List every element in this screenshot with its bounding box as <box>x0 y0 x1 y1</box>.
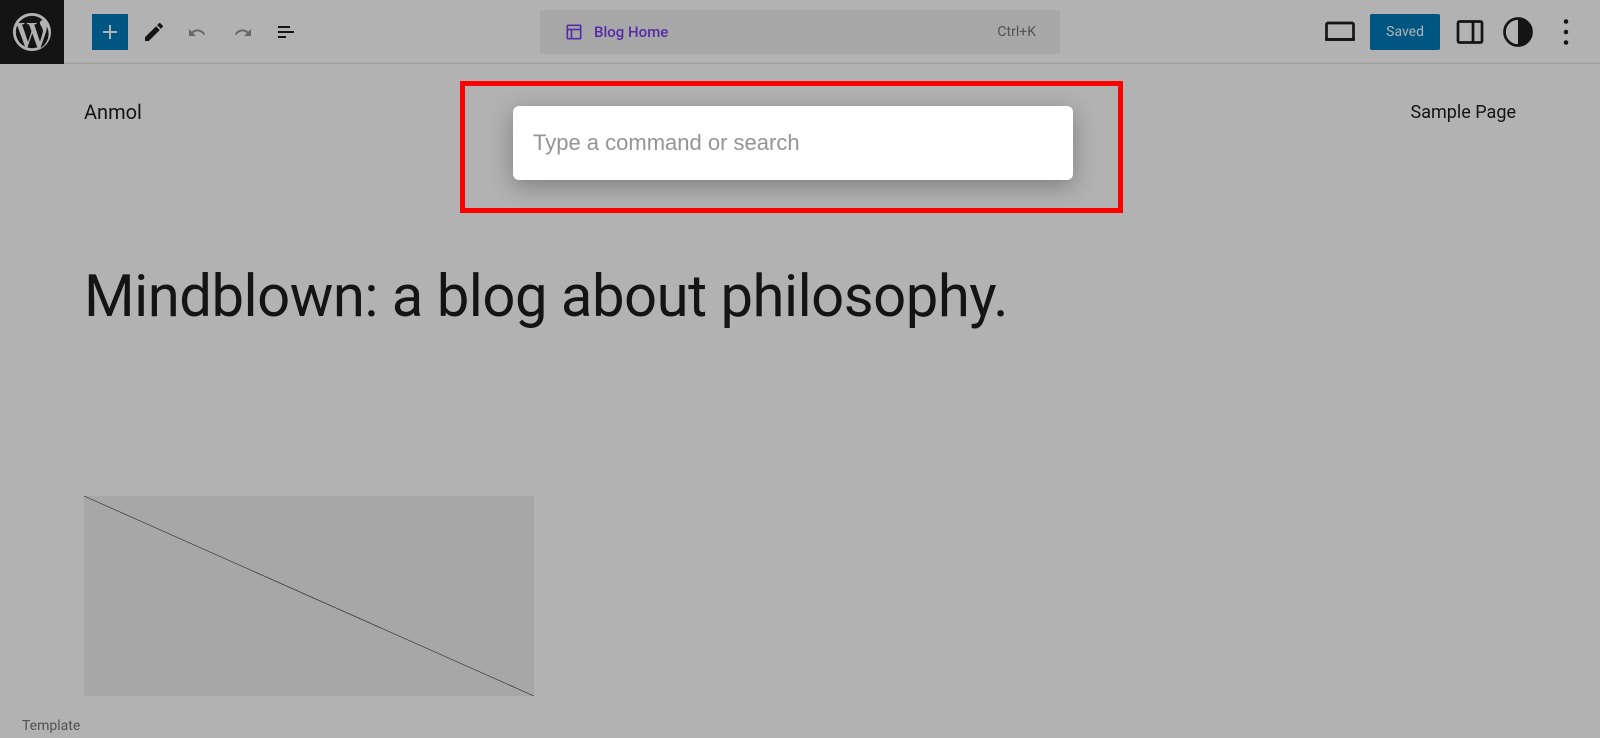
command-input[interactable] <box>533 130 1053 156</box>
command-palette <box>513 106 1073 180</box>
